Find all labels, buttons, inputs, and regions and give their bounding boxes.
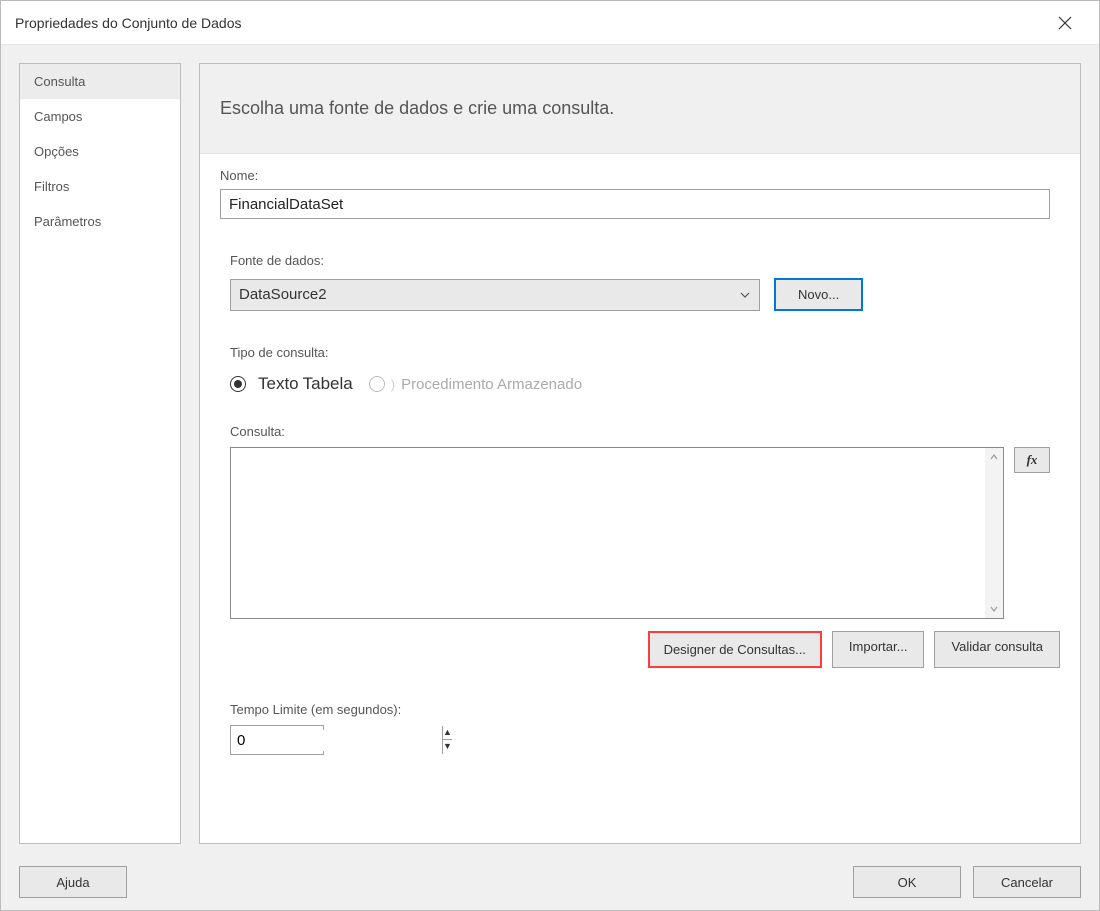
help-button[interactable]: Ajuda	[19, 866, 127, 898]
radio-sp[interactable]	[369, 376, 385, 392]
querytype-label: Tipo de consulta:	[230, 345, 1060, 360]
timeout-input[interactable]	[231, 730, 442, 751]
timeout-stepper[interactable]: ▲ ▼	[230, 725, 324, 755]
close-button[interactable]	[1045, 8, 1085, 38]
titlebar: Propriedades do Conjunto de Dados	[1, 1, 1099, 45]
dialog-footer: Ajuda OK Cancelar	[1, 854, 1099, 910]
scroll-up-icon[interactable]	[985, 448, 1003, 466]
window-title: Propriedades do Conjunto de Dados	[15, 15, 1045, 31]
ok-button[interactable]: OK	[853, 866, 961, 898]
sidebar-item-consulta[interactable]: Consulta	[20, 64, 180, 99]
dialog-body: Consulta Campos Opções Filtros Parâmetro…	[1, 45, 1099, 854]
expression-button[interactable]: fx	[1014, 447, 1050, 473]
scroll-down-icon[interactable]	[985, 600, 1003, 618]
radio-sp-label: Procedimento Armazenado	[401, 376, 582, 393]
paren: )	[391, 377, 395, 392]
sidebar-item-filtros[interactable]: Filtros	[20, 169, 180, 204]
query-label: Consulta:	[230, 424, 1060, 439]
fx-icon: fx	[1027, 452, 1038, 468]
new-datasource-button[interactable]: Novo...	[774, 278, 863, 311]
name-input[interactable]	[220, 189, 1050, 219]
sidebar-item-parametros[interactable]: Parâmetros	[20, 204, 180, 239]
validate-query-button[interactable]: Validar consulta	[934, 631, 1060, 668]
query-textarea[interactable]	[230, 447, 1004, 619]
sidebar: Consulta Campos Opções Filtros Parâmetro…	[19, 63, 181, 844]
sidebar-item-campos[interactable]: Campos	[20, 99, 180, 134]
main-content: Nome: Fonte de dados: DataSource2 Novo..…	[200, 154, 1080, 843]
main-headline: Escolha uma fonte de dados e crie uma co…	[200, 64, 1080, 154]
import-button[interactable]: Importar...	[832, 631, 925, 668]
query-scrollbar[interactable]	[985, 448, 1003, 618]
close-icon	[1058, 16, 1072, 30]
timeout-label: Tempo Limite (em segundos):	[230, 702, 1060, 717]
timeout-step-down[interactable]: ▼	[442, 740, 452, 754]
query-designer-button[interactable]: Designer de Consultas...	[648, 631, 822, 668]
datasource-value: DataSource2	[239, 286, 327, 303]
name-label: Nome:	[220, 168, 1060, 183]
sidebar-item-opcoes[interactable]: Opções	[20, 134, 180, 169]
main-panel: Escolha uma fonte de dados e crie uma co…	[199, 63, 1081, 844]
dialog-window: Propriedades do Conjunto de Dados Consul…	[0, 0, 1100, 911]
radio-text-label: Texto	[258, 374, 299, 394]
chevron-down-icon	[739, 289, 751, 301]
datasource-select[interactable]: DataSource2	[230, 279, 760, 311]
radio-table-label: Tabela	[303, 374, 353, 394]
radio-text[interactable]	[230, 376, 246, 392]
timeout-step-up[interactable]: ▲	[442, 726, 452, 740]
datasource-label: Fonte de dados:	[230, 253, 1060, 268]
cancel-button[interactable]: Cancelar	[973, 866, 1081, 898]
